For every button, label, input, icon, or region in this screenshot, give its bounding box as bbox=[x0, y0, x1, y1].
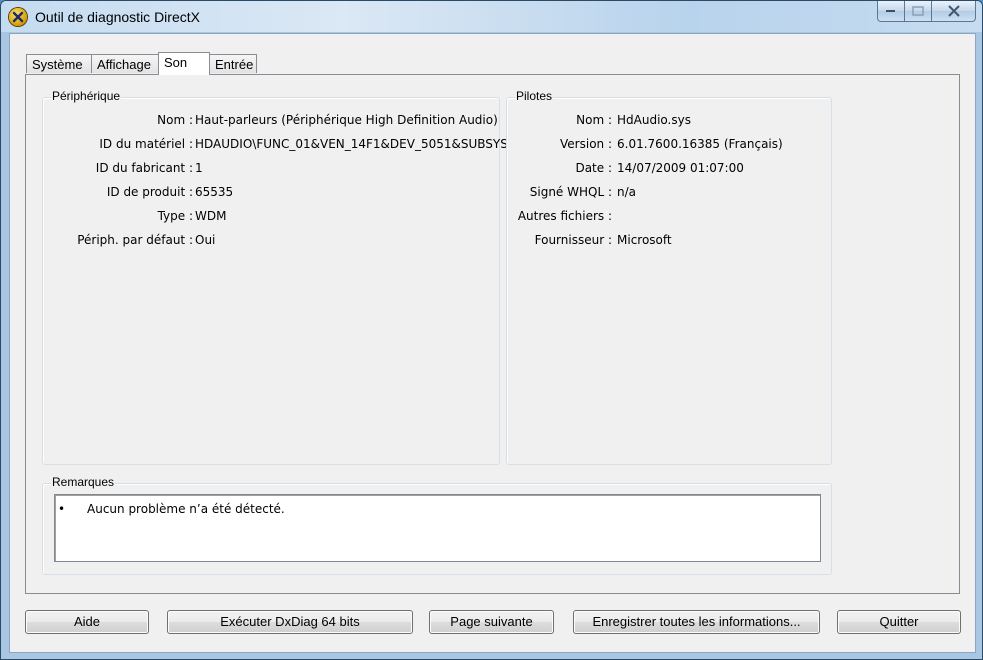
driver-name-value: HdAudio.sys bbox=[617, 113, 691, 127]
device-group: Périphérique Nom : Haut-parleurs (Périph… bbox=[42, 89, 508, 465]
device-name-label: Nom : bbox=[157, 113, 193, 127]
type-label: Type : bbox=[157, 209, 193, 223]
drivers-group: Pilotes Nom : HdAudio.sys Version : 6.01… bbox=[506, 89, 832, 465]
maximize-button[interactable] bbox=[905, 1, 932, 22]
maximize-icon bbox=[912, 6, 924, 16]
other-files-label: Autres fichiers : bbox=[517, 209, 612, 223]
quit-button[interactable]: Quitter bbox=[837, 610, 961, 634]
dialog-client-area: Système Affichage Son Entrée Périphériqu… bbox=[9, 33, 976, 653]
minimize-icon bbox=[886, 10, 895, 12]
device-group-title: Périphérique bbox=[51, 89, 122, 103]
next-page-button[interactable]: Page suivante bbox=[429, 610, 554, 634]
minimize-button[interactable] bbox=[877, 1, 905, 22]
close-button[interactable] bbox=[932, 1, 976, 22]
hardware-id-label: ID du matériel : bbox=[99, 137, 193, 151]
drivers-group-title: Pilotes bbox=[515, 89, 554, 103]
provider-label: Fournisseur : bbox=[534, 233, 612, 247]
notes-group-title: Remarques bbox=[51, 475, 116, 489]
whql-label: Signé WHQL : bbox=[529, 185, 612, 199]
driver-version-value: 6.01.7600.16385 (Français) bbox=[617, 137, 783, 151]
device-name-value: Haut-parleurs (Périphérique High Definit… bbox=[195, 113, 498, 127]
save-all-button[interactable]: Enregistrer toutes les informations... bbox=[573, 610, 820, 634]
whql-value: n/a bbox=[617, 185, 637, 199]
notes-box[interactable]: • Aucun problème n’a été détecté. bbox=[54, 494, 821, 562]
manufacturer-id-label: ID du fabricant : bbox=[95, 161, 193, 175]
driver-version-label: Version : bbox=[560, 137, 612, 151]
title-bar[interactable]: Outil de diagnostic DirectX bbox=[1, 1, 982, 32]
default-device-value: Oui bbox=[195, 233, 216, 247]
tab-son[interactable]: Son bbox=[158, 52, 210, 75]
tab-panel-son: Périphérique Nom : Haut-parleurs (Périph… bbox=[25, 74, 960, 594]
driver-date-value: 14/07/2009 01:07:00 bbox=[617, 161, 744, 175]
run-64bit-button[interactable]: Exécuter DxDiag 64 bits bbox=[167, 610, 413, 634]
dxdiag-window: Outil de diagnostic DirectX Système Affi… bbox=[0, 0, 983, 660]
notes-bullet: • bbox=[58, 502, 66, 516]
directx-icon bbox=[9, 8, 27, 26]
notes-item: Aucun problème n’a été détecté. bbox=[87, 502, 285, 516]
help-button[interactable]: Aide bbox=[25, 610, 149, 634]
tab-affichage[interactable]: Affichage bbox=[91, 54, 159, 73]
driver-date-label: Date : bbox=[575, 161, 612, 175]
manufacturer-id-value: 1 bbox=[195, 161, 203, 175]
provider-value: Microsoft bbox=[617, 233, 672, 247]
window-controls bbox=[877, 1, 976, 23]
product-id-value: 65535 bbox=[195, 185, 234, 199]
type-value: WDM bbox=[195, 209, 227, 223]
driver-name-label: Nom : bbox=[576, 113, 612, 127]
product-id-label: ID de produit : bbox=[106, 185, 193, 199]
window-title: Outil de diagnostic DirectX bbox=[35, 9, 200, 25]
hardware-id-value: HDAUDIO\FUNC_01&VEN_14F1&DEV_5051&SUBSYS bbox=[195, 137, 508, 151]
notes-group: Remarques • Aucun problème n’a été détec… bbox=[42, 475, 832, 575]
tab-entree[interactable]: Entrée bbox=[209, 54, 257, 73]
close-icon bbox=[947, 5, 960, 17]
default-device-label: Périph. par défaut : bbox=[77, 233, 193, 247]
tab-systeme[interactable]: Système bbox=[26, 54, 92, 73]
